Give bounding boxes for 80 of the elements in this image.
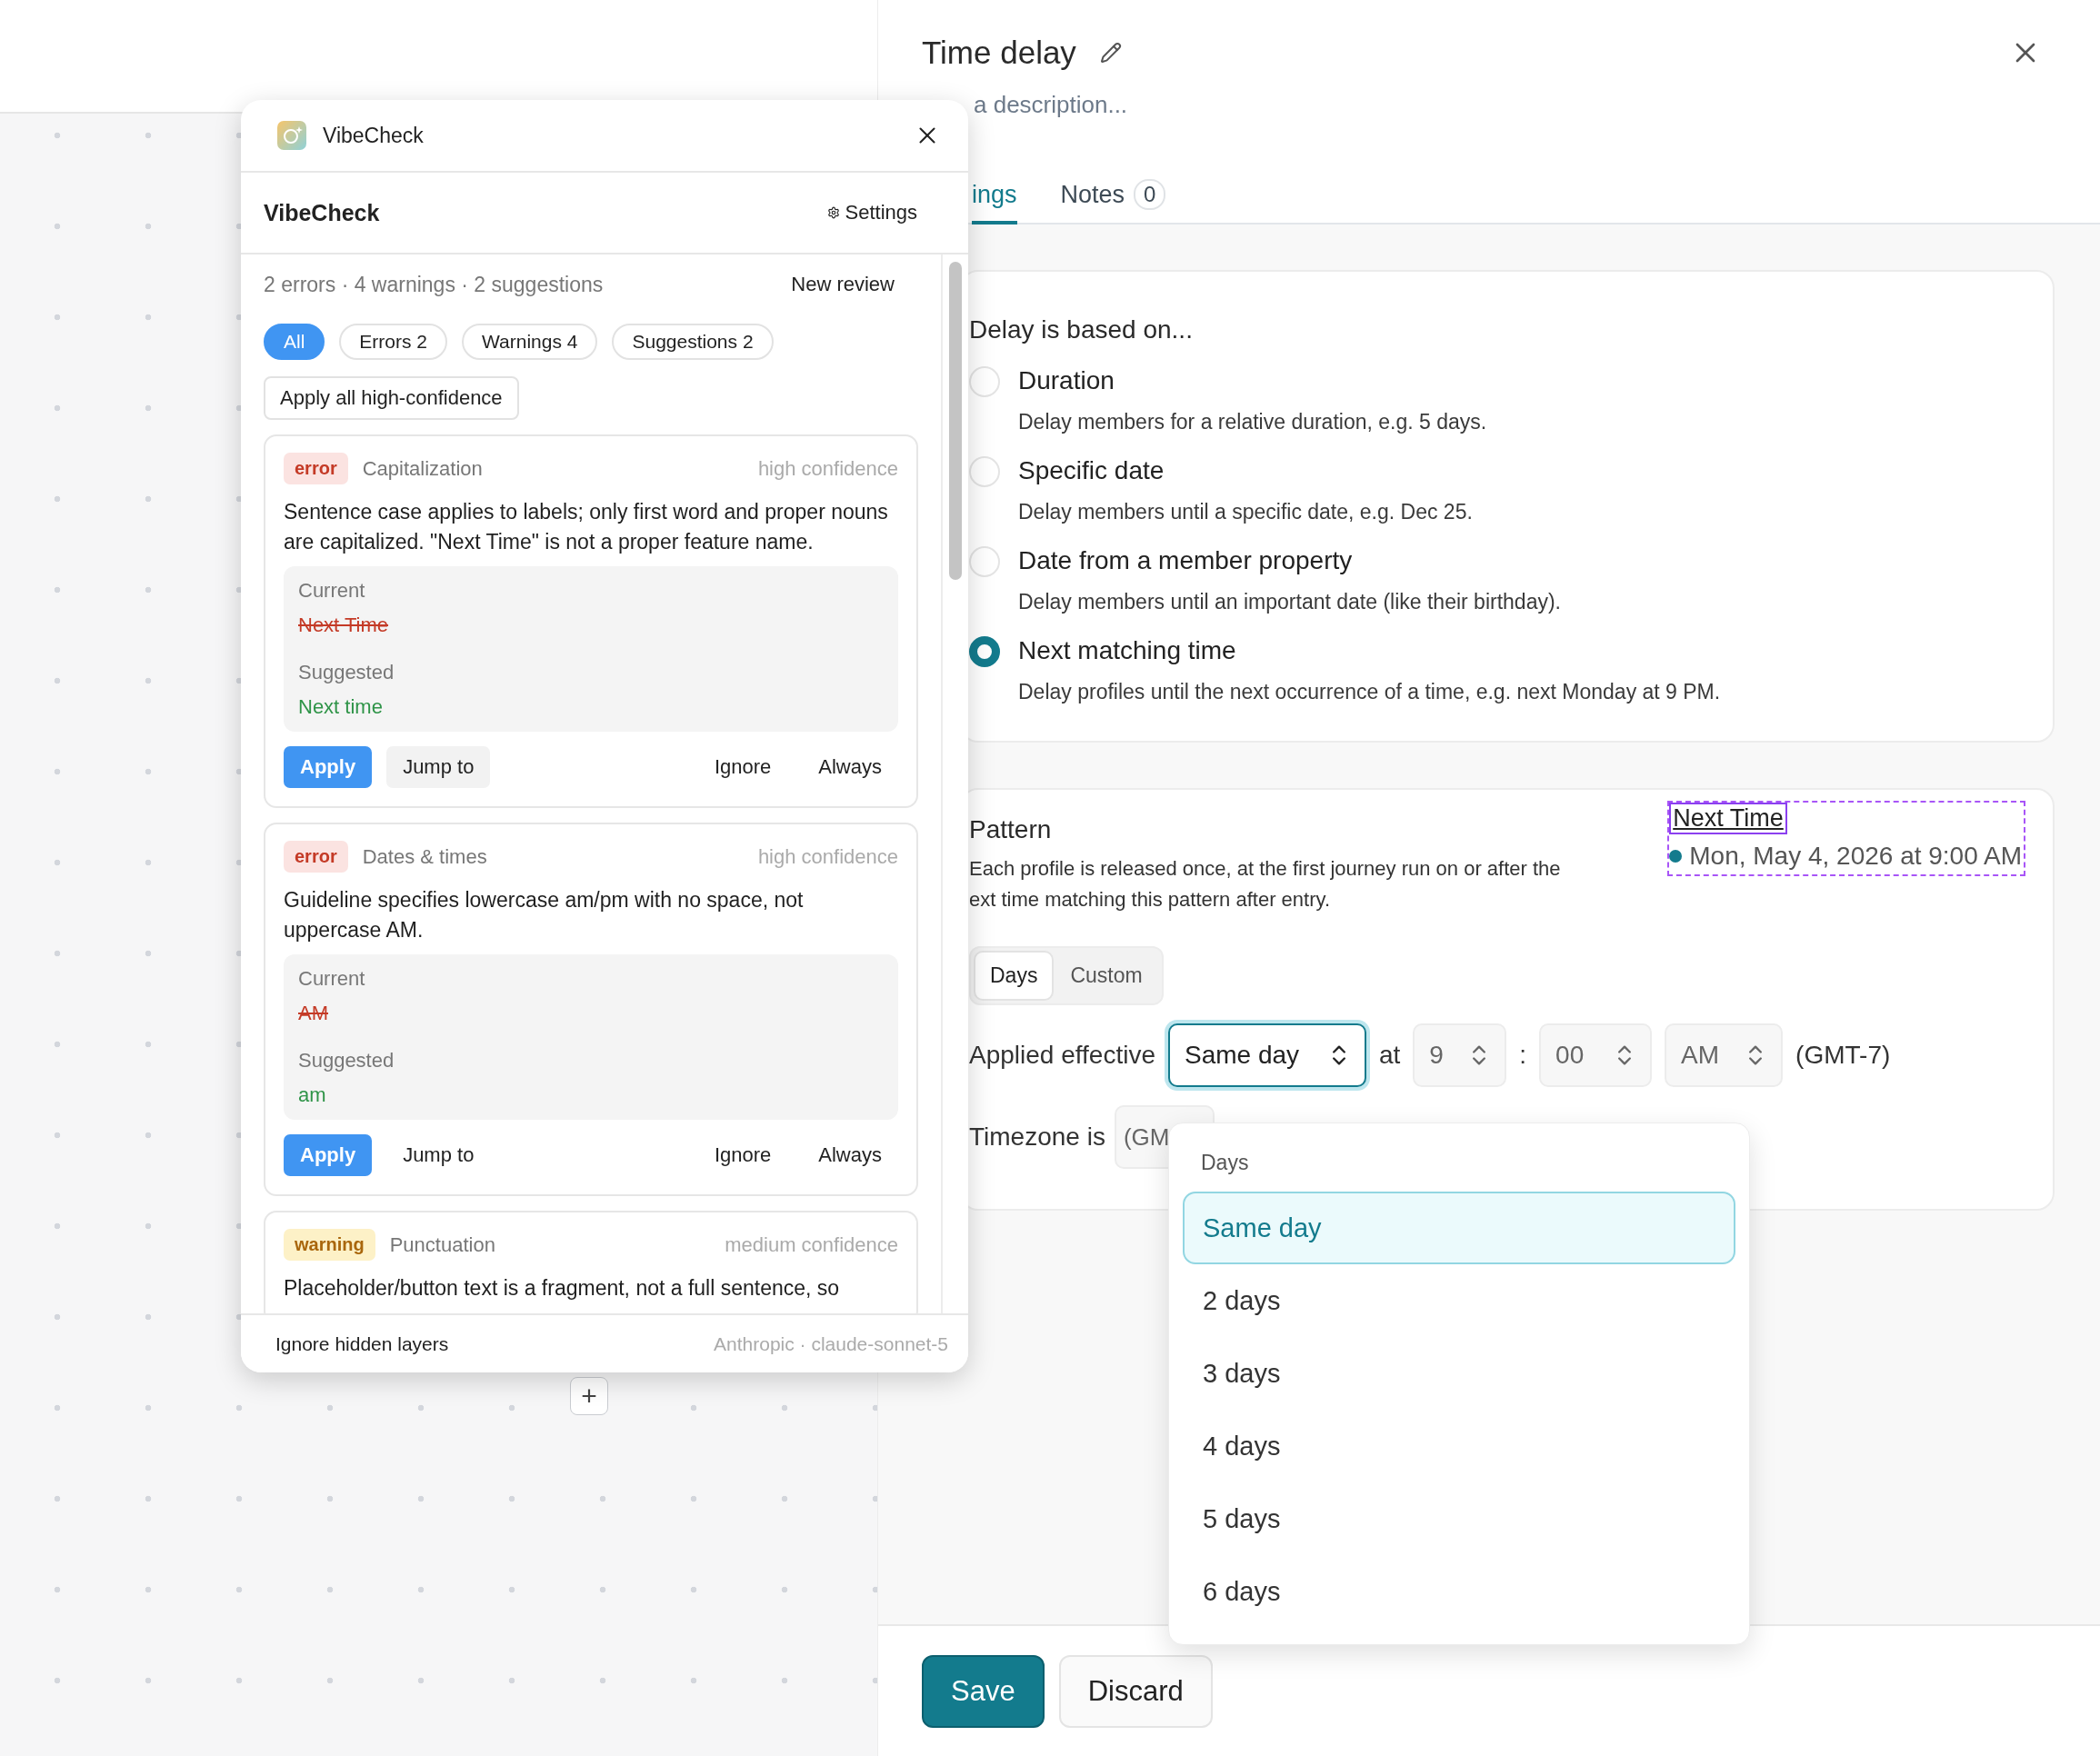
suggested-label: Suggested xyxy=(298,661,395,684)
menu-item[interactable]: 5 days xyxy=(1183,1482,1735,1555)
issue-message: Sentence case applies to labels; only first word and proper nouns are capitalized. "Next Time" is not a proper feature name. xyxy=(284,499,889,555)
pencil-icon[interactable] xyxy=(1099,42,1122,64)
apply-all-button[interactable]: Apply all high-confidence xyxy=(264,376,519,420)
current-text: Next Time xyxy=(298,614,390,637)
time-separator: : xyxy=(1519,1041,1527,1070)
section-heading: Delay is based on... xyxy=(969,315,1194,344)
severity-badge: error xyxy=(284,453,348,484)
drawer-title: Time delay xyxy=(922,35,1076,71)
option-description: Delay members for a relative duration, e.g. 5 days. xyxy=(1018,410,1488,434)
tab[interactable]: Notes 0 xyxy=(1060,179,1166,224)
model-label: Anthropic · claude-sonnet-5 xyxy=(714,1332,948,1355)
scrollbar-thumb[interactable] xyxy=(949,262,962,580)
option-label: Specific date xyxy=(1018,456,1165,486)
menu-item[interactable]: Same day xyxy=(1183,1192,1735,1264)
option-description: Delay profiles until the next occurrence of a time, e.g. next Monday at 9 PM. xyxy=(1018,680,1722,704)
severity-badge: warning xyxy=(284,1229,375,1261)
plugin-title: VibeCheck xyxy=(323,123,425,148)
section-heading: Pattern xyxy=(969,815,1053,844)
plugin-heading: VibeCheck xyxy=(264,199,380,226)
issue-category: Dates & times xyxy=(362,844,488,869)
description-field[interactable]: a description... xyxy=(974,91,1519,119)
pattern-description: ext time matching this pattern after entry. xyxy=(969,887,1331,913)
confidence-label: high confidence xyxy=(757,844,898,869)
suggested-text: am xyxy=(298,1083,327,1107)
filter-chip[interactable]: Suggestions 2 xyxy=(612,324,774,360)
action-button[interactable]: Ignore xyxy=(697,1134,788,1176)
ignore-hidden-layers-toggle[interactable]: Ignore hidden layers xyxy=(275,1332,449,1355)
next-time-value: Mon, May 4, 2026 at 9:00 AM xyxy=(1689,842,2022,871)
current-text: AM xyxy=(298,1002,329,1025)
save-button[interactable]: Save xyxy=(922,1654,1045,1728)
action-button[interactable]: Ignore xyxy=(697,746,788,788)
menu-item[interactable]: 6 days xyxy=(1183,1555,1735,1628)
confidence-label: high confidence xyxy=(757,456,898,481)
current-label: Current xyxy=(298,579,366,603)
minute-select[interactable]: 00 xyxy=(1539,1023,1653,1087)
add-step-button[interactable]: + xyxy=(570,1377,608,1415)
menu-item[interactable]: 2 days xyxy=(1183,1264,1735,1337)
action-button[interactable]: Jump to xyxy=(386,1134,491,1176)
issue-summary: 2 errors · 4 warnings · 2 suggestions xyxy=(264,272,604,297)
at-label: at xyxy=(1378,1041,1401,1070)
option-description: Delay members until a specific date, e.g. Dec 25. xyxy=(1018,500,1474,524)
field-label: Timezone is xyxy=(969,1122,1105,1152)
meridiem-select[interactable]: AM xyxy=(1665,1023,1784,1087)
discard-button[interactable]: Discard xyxy=(1058,1654,1213,1728)
radio-button[interactable] xyxy=(969,636,1000,667)
action-button[interactable]: Always xyxy=(802,1134,898,1176)
app-logo-icon xyxy=(277,121,306,150)
filter-chip[interactable]: Errors 2 xyxy=(339,324,448,360)
severity-badge: error xyxy=(284,841,348,873)
action-button[interactable]: Always xyxy=(802,746,898,788)
suggested-text: Next time xyxy=(298,695,384,719)
segment-button[interactable]: Custom xyxy=(1054,951,1159,1001)
issue-category: Capitalization xyxy=(362,456,484,481)
next-time-label: Next Time xyxy=(1669,803,1787,834)
confidence-label: medium confidence xyxy=(725,1232,898,1257)
option-label: Next matching time xyxy=(1018,636,1237,666)
filter-chip[interactable]: Warnings 4 xyxy=(462,324,598,360)
issue-message: Guideline specifies lowercase am/pm with no space, not uppercase AM. xyxy=(284,887,805,943)
menu-item[interactable]: 4 days xyxy=(1183,1410,1735,1482)
pattern-description: Each profile is released once, at the first journey run on or after the xyxy=(969,856,1561,882)
status-dot-icon xyxy=(1669,850,1683,863)
timezone-offset: (GMT-7) xyxy=(1795,1041,1891,1070)
action-button[interactable]: Jump to xyxy=(386,746,491,788)
issue-category: Punctuation xyxy=(389,1232,496,1257)
menu-item[interactable]: 3 days xyxy=(1183,1337,1735,1410)
option-label: Duration xyxy=(1018,366,1115,396)
field-label: Applied effective xyxy=(969,1041,1155,1070)
option-label: Date from a member property xyxy=(1018,546,1354,576)
settings-button[interactable]: Settings xyxy=(812,194,932,232)
segment-button[interactable]: Days xyxy=(974,951,1055,1001)
current-label: Current xyxy=(298,967,366,991)
suggested-label: Suggested xyxy=(298,1049,395,1073)
new-review-button[interactable]: New review xyxy=(776,265,909,304)
count-badge: 0 xyxy=(1134,179,1166,210)
option-description: Delay members until an important date (like their birthday). xyxy=(1018,590,1562,614)
gear-icon xyxy=(826,206,840,219)
issue-message: Placeholder/button text is a fragment, not a full sentence, so xyxy=(284,1275,841,1302)
hour-select[interactable]: 9 xyxy=(1413,1023,1507,1087)
